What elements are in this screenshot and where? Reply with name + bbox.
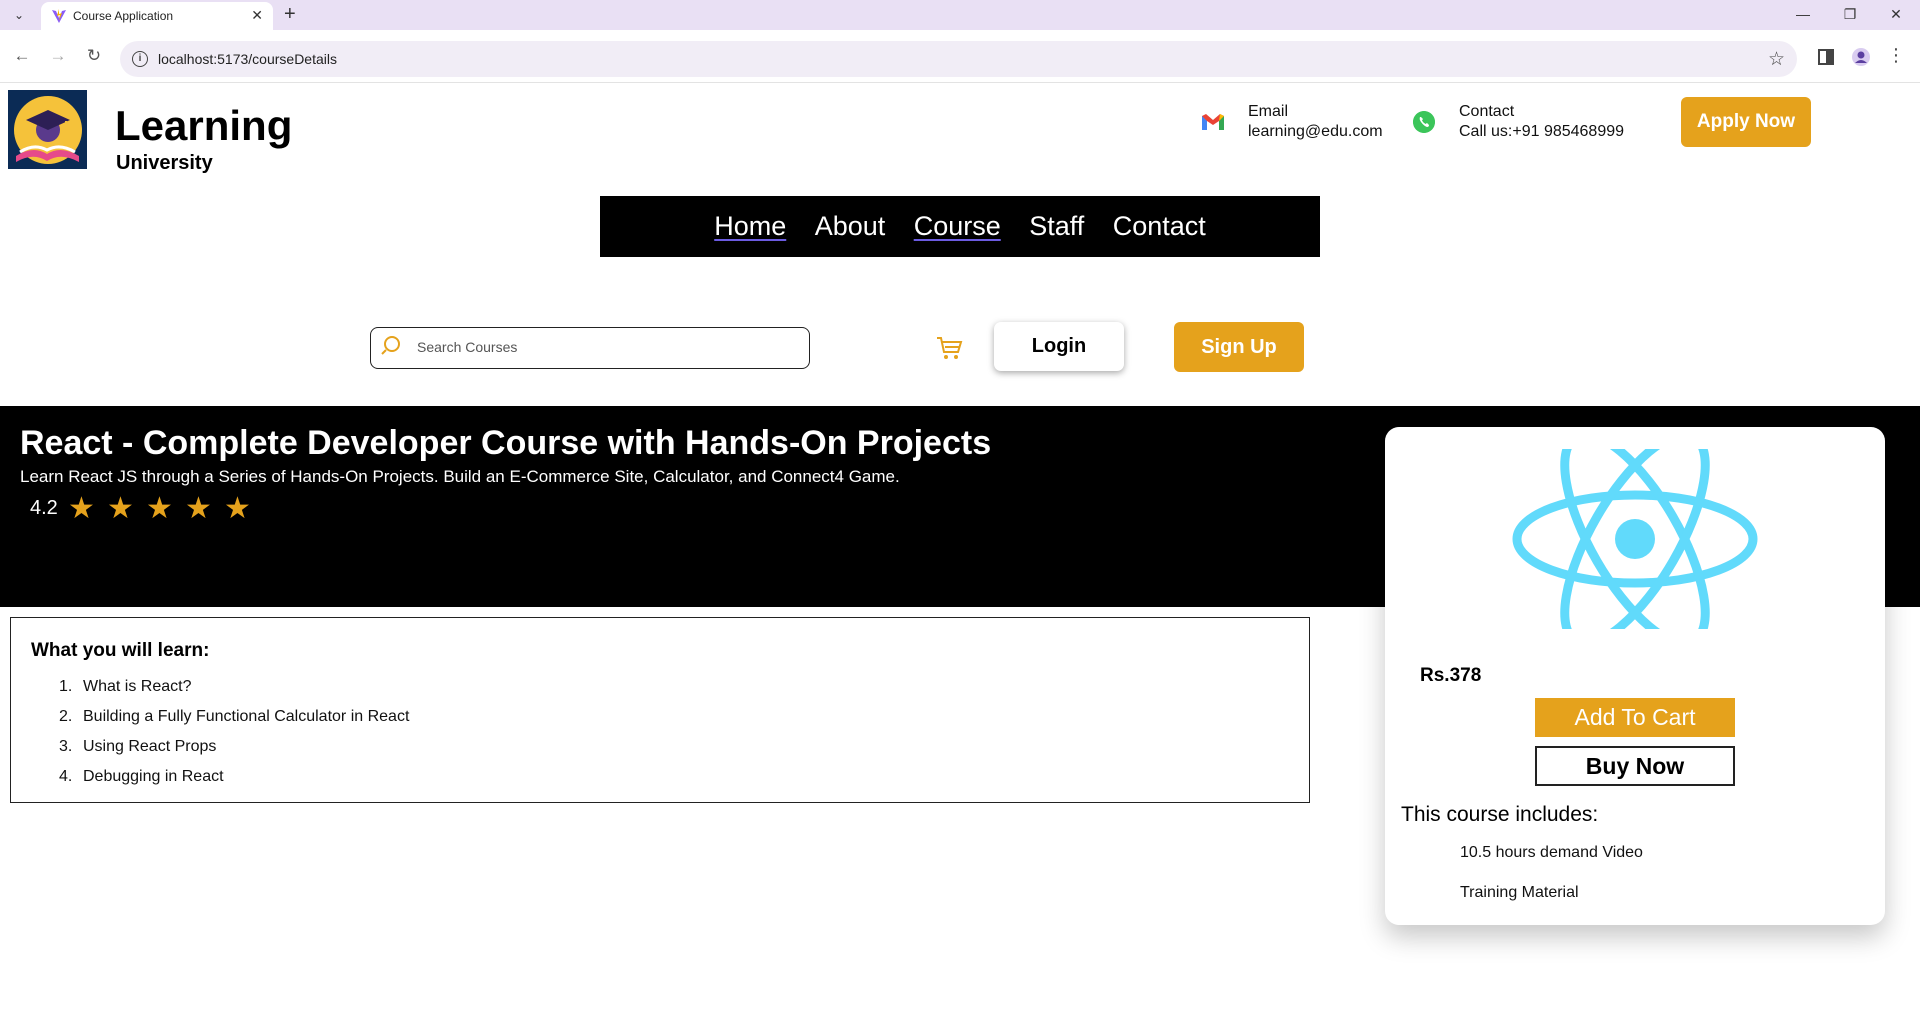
university-logo [8,90,87,169]
learn-list: 1. What is React? 2. Building a Fully Func… [59,672,409,792]
list-number: 1. [59,678,73,695]
side-panel-icon[interactable] [1816,47,1836,67]
course-title: React - Complete Developer Course with H… [20,424,992,462]
list-number: 2. [59,708,73,725]
vite-favicon-icon [52,9,66,23]
page-content: Learning University Email learning@edu.c… [0,84,1920,1019]
list-text: Using React Props [83,738,217,755]
list-item: 4. Debugging in React [59,762,409,792]
what-you-will-learn: What you will learn: 1. What is React? 2.… [10,617,1310,803]
learn-title: What you will learn: [31,640,210,661]
contact-block: Contact Call us:+91 985468999 [1459,102,1624,142]
course-price: Rs.378 [1420,665,1482,686]
includes-title: This course includes: [1401,803,1599,826]
list-item: 2. Building a Fully Functional Calculator… [59,702,409,732]
url-text[interactable]: localhost:5173/courseDetails [158,51,337,67]
whatsapp-phone-icon [1413,111,1435,133]
brand-title: Learning [115,102,293,149]
brand-subtitle: University [116,152,213,174]
search-icon [381,336,400,355]
new-tab-plus-icon[interactable]: + [284,3,296,26]
nav-about[interactable]: About [815,196,886,257]
reload-icon[interactable]: ↻ [82,44,106,68]
search-box[interactable] [370,327,810,369]
list-number: 4. [59,768,73,785]
star-icon: ★ [224,492,251,525]
star-icon: ★ [68,492,95,525]
kebab-menu-icon[interactable]: ⋮ [1886,45,1906,65]
nav-staff[interactable]: Staff [1029,196,1084,257]
minimize-icon[interactable]: — [1793,4,1813,24]
include-item-video: 10.5 hours demand Video [1460,844,1643,861]
bookmark-star-icon[interactable]: ☆ [1768,48,1785,71]
course-purchase-card: Rs.378 Add To Cart Buy Now This course i… [1385,427,1885,925]
main-nav: Home About Course Staff Contact [600,196,1320,257]
nav-home[interactable]: Home [714,196,786,257]
search-input[interactable] [417,339,777,355]
list-text: What is React? [83,678,192,695]
browser-tab-strip: ⌄ Course Application ✕ + — ❐ ✕ [0,0,1920,30]
browser-tab[interactable]: Course Application ✕ [41,2,273,30]
site-info-icon[interactable]: i [132,51,148,67]
course-subtitle: Learn React JS through a Series of Hands… [20,467,900,486]
star-icon: ★ [107,492,134,525]
login-button[interactable]: Login [994,322,1124,371]
close-tab-icon[interactable]: ✕ [251,7,263,24]
list-item: 3. Using React Props [59,732,409,762]
restore-icon[interactable]: ❐ [1840,4,1860,24]
email-block: Email learning@edu.com [1248,102,1383,142]
react-logo-icon [1512,449,1758,629]
forward-arrow-icon[interactable]: → [46,44,70,68]
add-to-cart-button[interactable]: Add To Cart [1535,698,1735,737]
buy-now-button[interactable]: Buy Now [1535,746,1735,786]
gmail-icon [1202,114,1224,130]
contact-label: Contact [1459,103,1515,120]
list-text: Building a Fully Functional Calculator i… [83,708,410,725]
back-arrow-icon[interactable]: ← [10,44,34,68]
include-item-material: Training Material [1460,884,1579,901]
tab-title: Course Application [73,9,174,23]
tab-search-chevron-icon[interactable]: ⌄ [8,5,30,25]
nav-contact[interactable]: Contact [1113,196,1206,257]
cart-icon[interactable] [935,334,963,362]
omnibox[interactable]: i localhost:5173/courseDetails ☆ [120,41,1797,77]
email-value: learning@edu.com [1248,123,1383,140]
window-close-icon[interactable]: ✕ [1886,4,1906,24]
address-bar-row: ← → ↻ i localhost:5173/courseDetails ☆ ⋮ [0,30,1920,83]
sign-up-button[interactable]: Sign Up [1174,322,1304,372]
rating-value: 4.2 [30,497,58,519]
list-item: 1. What is React? [59,672,409,702]
star-icon: ★ [185,492,212,525]
rating-stars: ★ ★ ★ ★ ★ [68,491,263,526]
apply-now-button[interactable]: Apply Now [1681,97,1811,147]
list-number: 3. [59,738,73,755]
email-label: Email [1248,103,1289,120]
star-icon: ★ [146,492,173,525]
profile-avatar-icon[interactable] [1851,47,1871,67]
nav-course[interactable]: Course [914,196,1001,257]
contact-value: Call us:+91 985468999 [1459,123,1625,140]
list-text: Debugging in React [83,768,224,785]
